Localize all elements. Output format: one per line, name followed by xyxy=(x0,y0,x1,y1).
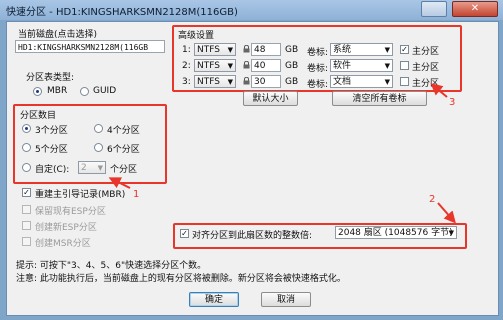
row-number: 2: xyxy=(182,61,191,71)
chevron-down-icon: ▼ xyxy=(384,78,390,86)
volume-label-value: 软件 xyxy=(333,61,352,71)
disk-field[interactable]: HD1:KINGSHARKSMN2128M(116GB xyxy=(15,40,165,53)
window-title: 快速分区 - HD1:KINGSHARKSMN2128M(116GB) xyxy=(6,7,238,18)
hint-note: 注意: 此功能执行后，当前磁盘上的现有分区将被删除。新分区将会被快速格式化。 xyxy=(16,274,346,284)
rebuild-mbr-label: 重建主引导记录(MBR) xyxy=(35,190,126,200)
chevron-down-icon: ▼ xyxy=(227,46,233,54)
fs-combo[interactable]: NTFS ▼ xyxy=(194,59,236,72)
keep-esp-label: 保留现有ESP分区 xyxy=(35,207,106,217)
size-unit: GB xyxy=(285,61,299,71)
size-field[interactable]: 40 xyxy=(251,59,281,72)
primary-label: 主分区 xyxy=(412,79,440,89)
align-value: 2048 扇区 (1048576 字节) xyxy=(338,228,453,238)
count-6-radio[interactable] xyxy=(94,143,103,152)
count-3-label: 3个分区 xyxy=(35,126,68,136)
count-custom-suffix: 个分区 xyxy=(110,165,138,175)
primary-checkbox[interactable]: ✓ xyxy=(400,45,409,54)
mbr-label: MBR xyxy=(47,86,68,96)
fs-value: NTFS xyxy=(197,77,220,87)
row-number: 3: xyxy=(182,77,191,87)
align-checkbox[interactable]: ✓ xyxy=(180,229,189,238)
primary-checkbox[interactable] xyxy=(400,61,409,70)
fs-value: NTFS xyxy=(197,61,220,71)
chevron-down-icon: ▼ xyxy=(97,164,103,172)
title-bar: 快速分区 - HD1:KINGSHARKSMN2128M(116GB) ✕ xyxy=(0,0,503,20)
minimize-button[interactable] xyxy=(421,1,447,17)
count-custom-label: 自定(C): xyxy=(35,165,70,175)
chevron-down-icon: ▼ xyxy=(384,62,390,70)
chevron-down-icon: ▼ xyxy=(448,229,454,237)
volume-label-value: 系统 xyxy=(333,45,352,55)
disk-label: 当前磁盘(点击选择) xyxy=(18,30,98,40)
fs-combo[interactable]: NTFS ▼ xyxy=(194,75,236,88)
count-4-label: 4个分区 xyxy=(107,126,140,136)
volume-label-prefix: 卷标: xyxy=(307,64,329,74)
count-5-label: 5个分区 xyxy=(35,145,68,155)
create-msr-label: 创建MSR分区 xyxy=(35,239,91,249)
count-4-radio[interactable] xyxy=(94,124,103,133)
default-size-button[interactable]: 默认大小 xyxy=(243,91,298,106)
count-6-label: 6个分区 xyxy=(107,145,140,155)
guid-radio[interactable] xyxy=(80,87,89,96)
align-label: 对齐分区到此扇区数的整数倍: xyxy=(192,231,313,241)
count-custom-combo[interactable]: 2 ▼ xyxy=(78,161,106,174)
volume-label-prefix: 卷标: xyxy=(307,48,329,58)
count-custom-radio[interactable] xyxy=(22,163,31,172)
clear-labels-button[interactable]: 清空所有卷标 xyxy=(332,91,427,106)
hint-tip: 提示: 可按下"3、4、5、6"快速选择分区个数。 xyxy=(16,261,207,271)
volume-label-combo[interactable]: 系统 ▼ xyxy=(330,43,393,56)
volume-label-value: 文档 xyxy=(333,77,352,87)
lock-icon[interactable] xyxy=(243,77,250,85)
size-unit: GB xyxy=(285,77,299,87)
row-number: 1: xyxy=(182,45,191,55)
close-button[interactable]: ✕ xyxy=(452,1,498,17)
size-field[interactable]: 48 xyxy=(251,43,281,56)
cancel-button[interactable]: 取消 xyxy=(261,292,311,307)
fs-combo[interactable]: NTFS ▼ xyxy=(194,43,236,56)
size-field[interactable]: 30 xyxy=(251,75,281,88)
volume-label-combo[interactable]: 文档 ▼ xyxy=(330,75,393,88)
count-5-radio[interactable] xyxy=(22,143,31,152)
keep-esp-checkbox[interactable] xyxy=(22,205,31,214)
chevron-down-icon: ▼ xyxy=(384,46,390,54)
chevron-down-icon: ▼ xyxy=(227,62,233,70)
size-unit: GB xyxy=(285,45,299,55)
create-msr-checkbox[interactable] xyxy=(22,237,31,246)
partition-count-label: 分区数目 xyxy=(20,111,57,121)
annotation-2: 2 xyxy=(429,194,436,205)
table-type-label: 分区表类型: xyxy=(26,73,75,83)
lock-icon[interactable] xyxy=(243,45,250,53)
count-custom-value: 2 xyxy=(81,163,87,173)
primary-label: 主分区 xyxy=(412,47,440,57)
count-3-radio[interactable] xyxy=(22,124,31,133)
annotation-1: 1 xyxy=(133,189,140,200)
create-esp-checkbox[interactable] xyxy=(22,221,31,230)
volume-label-combo[interactable]: 软件 ▼ xyxy=(330,59,393,72)
chevron-down-icon: ▼ xyxy=(227,78,233,86)
ok-button[interactable]: 确定 xyxy=(189,292,239,307)
create-esp-label: 创建新ESP分区 xyxy=(35,223,97,233)
fs-value: NTFS xyxy=(197,45,220,55)
annotation-3: 3 xyxy=(449,97,456,108)
volume-label-prefix: 卷标: xyxy=(307,80,329,90)
mbr-radio[interactable] xyxy=(33,87,42,96)
guid-label: GUID xyxy=(93,86,117,96)
rebuild-mbr-checkbox[interactable]: ✓ xyxy=(22,188,31,197)
primary-label: 主分区 xyxy=(412,63,440,73)
align-combo[interactable]: 2048 扇区 (1048576 字节) ▼ xyxy=(335,226,457,239)
lock-icon[interactable] xyxy=(243,61,250,69)
primary-checkbox[interactable] xyxy=(400,77,409,86)
advanced-title: 高级设置 xyxy=(178,31,215,41)
